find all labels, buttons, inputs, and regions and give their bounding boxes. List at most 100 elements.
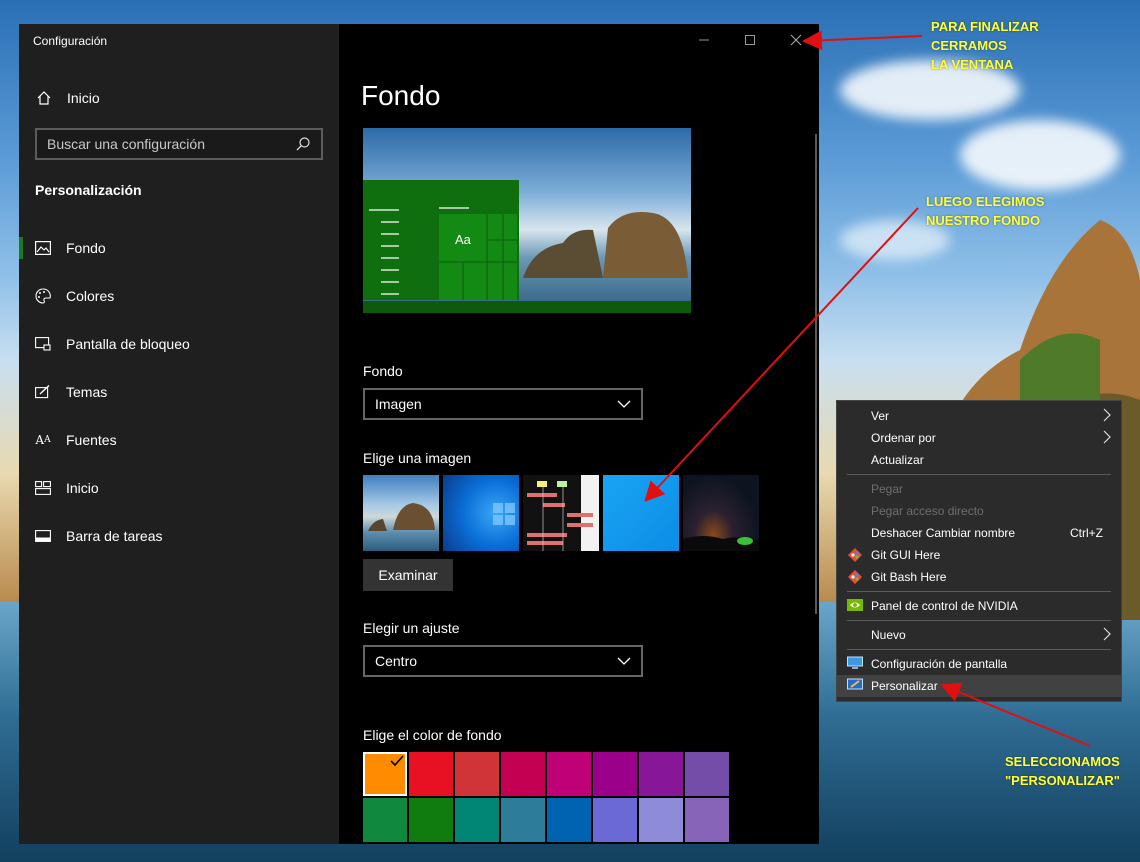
menu-item-shortcut: Ctrl+Z [1070,526,1103,540]
color-swatch[interactable] [547,752,591,796]
sidebar-item-label: Temas [66,384,108,400]
menu-separator [847,649,1111,650]
annotation-background-note: LUEGO ELEGIMOS NUESTRO FONDO [926,192,1044,230]
maximize-button[interactable] [727,24,773,56]
search-icon[interactable] [295,136,311,152]
menu-item-label: Git Bash Here [871,570,947,584]
chevron-down-icon [617,400,631,408]
font-icon: AA [35,433,51,447]
menu-item-pegar: Pegar [837,478,1121,500]
menu-separator [847,591,1111,592]
sidebar-item-label: Inicio [66,480,99,496]
scrollbar[interactable] [815,134,817,614]
nav-list: Fondo Colores Pantalla de bloqueo Temas [19,224,339,560]
sidebar: Configuración Inicio Personalización Fon… [19,24,339,844]
sidebar-item-temas[interactable]: Temas [19,368,339,416]
annotation-line: "PERSONALIZAR" [1005,773,1120,788]
thumbnail-blue[interactable] [603,475,679,551]
chevron-down-icon [617,657,631,665]
sidebar-item-barra-tareas[interactable]: Barra de tareas [19,512,339,560]
home-icon [35,89,53,107]
preview-taskbar [363,301,691,313]
color-swatch[interactable] [363,752,407,796]
color-swatch[interactable] [639,798,683,842]
color-swatch[interactable] [409,798,453,842]
annotation-personalize-note: SELECCIONAMOS "PERSONALIZAR" [1005,752,1120,790]
menu-item-configuración-de-pantalla[interactable]: Configuración de pantalla [837,653,1121,675]
menu-item-panel-de-control-de-nvidia[interactable]: Panel de control de NVIDIA [837,595,1121,617]
desktop-context-menu: Ver Ordenar por Actualizar Pegar Pegar acces… [836,400,1122,702]
search-input[interactable] [47,136,295,152]
color-swatch[interactable] [501,752,545,796]
close-icon [790,34,802,46]
sidebar-item-label: Fuentes [66,432,117,448]
menu-item-actualizar[interactable]: Actualizar [837,449,1121,471]
preview-start-menu: Aa [363,180,519,300]
menu-separator [847,620,1111,621]
thumbnail-beach[interactable] [363,475,439,551]
sidebar-item-pantalla-bloqueo[interactable]: Pantalla de bloqueo [19,320,339,368]
color-swatch[interactable] [593,798,637,842]
color-swatch[interactable] [455,752,499,796]
menu-item-git-gui-here[interactable]: Git GUI Here [837,544,1121,566]
annotation-line: CERRAMOS [931,38,1007,53]
menu-item-deshacer-cambiar-nombre[interactable]: Deshacer Cambiar nombre Ctrl+Z [837,522,1121,544]
menu-item-label: Personalizar [871,679,938,693]
fit-dropdown[interactable]: Centro [363,645,643,677]
browse-button[interactable]: Examinar [363,559,453,591]
sidebar-item-label: Pantalla de bloqueo [66,336,190,352]
menu-item-label: Nuevo [871,628,906,642]
menu-separator [847,474,1111,475]
desktop-preview: Aa [363,128,691,313]
color-swatch[interactable] [501,798,545,842]
picture-icon [34,239,52,257]
menu-item-git-bash-here[interactable]: Git Bash Here [837,566,1121,588]
annotation-line: SELECCIONAMOS [1005,754,1120,769]
thumbnail-windows[interactable] [443,475,519,551]
chevron-right-icon [1103,408,1113,424]
color-swatch[interactable] [639,752,683,796]
thumbnail-diagram[interactable] [523,475,599,551]
lock-screen-icon [34,335,52,353]
menu-item-ordenar-por[interactable]: Ordenar por [837,427,1121,449]
color-swatch[interactable] [455,798,499,842]
color-swatch[interactable] [593,752,637,796]
annotation-line: PARA FINALIZAR [931,19,1039,34]
color-swatch[interactable] [409,752,453,796]
display-icon [847,656,863,672]
personalize-icon [847,678,863,694]
menu-item-label: Pegar [871,482,904,496]
caption-buttons [681,24,819,56]
close-button[interactable] [773,24,819,56]
color-swatch[interactable] [685,752,729,796]
color-swatch[interactable] [363,798,407,842]
brush-icon [34,383,52,401]
background-dropdown[interactable]: Imagen [363,388,643,420]
search-box[interactable] [35,128,323,160]
sidebar-item-inicio[interactable]: Inicio [19,464,339,512]
main-content: Fondo Aa Fondo Imagen Elige una imagen E… [339,24,819,844]
sidebar-item-fondo[interactable]: Fondo [19,224,339,272]
color-swatch[interactable] [547,798,591,842]
menu-item-ver[interactable]: Ver [837,405,1121,427]
annotation-line: LA VENTANA [931,57,1014,72]
nav-home[interactable]: Inicio [35,88,100,108]
taskbar-icon [34,527,52,545]
git-icon [847,569,863,585]
menu-item-personalizar[interactable]: Personalizar [837,675,1121,697]
palette-icon [34,287,52,305]
thumbnail-night-sky[interactable] [683,475,759,551]
chevron-right-icon [1103,627,1113,643]
sidebar-item-colores[interactable]: Colores [19,272,339,320]
menu-item-label: Ordenar por [871,431,936,445]
sidebar-item-fuentes[interactable]: AA Fuentes [19,416,339,464]
color-swatch[interactable] [685,798,729,842]
nav-home-label: Inicio [67,90,100,106]
minimize-button[interactable] [681,24,727,56]
window-title: Configuración [33,34,108,48]
annotation-line: LUEGO ELEGIMOS [926,194,1045,209]
background-label: Fondo [363,363,403,379]
menu-item-nuevo[interactable]: Nuevo [837,624,1121,646]
sidebar-item-label: Barra de tareas [66,528,163,544]
image-thumbnails [363,475,759,551]
